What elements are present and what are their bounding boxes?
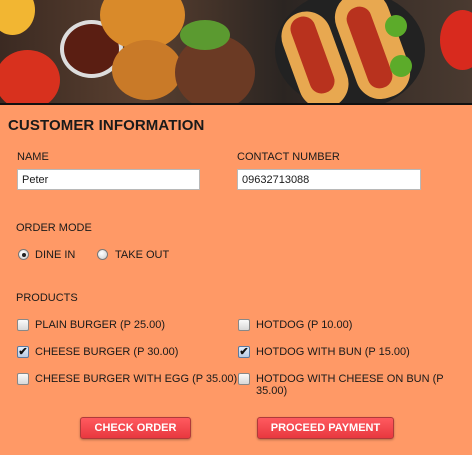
radio-button[interactable]: [97, 249, 108, 260]
checkbox[interactable]: ✔: [238, 346, 250, 358]
checkbox-label: HOTDOG WITH BUN (P 15.00): [256, 346, 410, 358]
food-banner-image: [0, 0, 472, 105]
name-label: NAME: [17, 151, 49, 163]
check-icon: ✔: [239, 346, 249, 358]
checkbox-label: CHEESE BURGER WITH EGG (P 35.00): [35, 373, 238, 385]
checkbox-label: HOTDOG WITH CHEESE ON BUN (P 35.00): [256, 373, 444, 397]
checkbox[interactable]: [17, 373, 29, 385]
order-mode-label: ORDER MODE: [16, 222, 92, 234]
contact-number-label: CONTACT NUMBER: [237, 151, 340, 163]
radio-label: DINE IN: [35, 249, 76, 261]
page-title: CUSTOMER INFORMATION: [8, 117, 205, 134]
checkbox[interactable]: [17, 319, 29, 331]
check-icon: ✔: [18, 346, 28, 358]
radio-label: TAKE OUT: [115, 249, 170, 261]
checkbox-label: PLAIN BURGER (P 25.00): [35, 319, 166, 331]
proceed-payment-button[interactable]: PROCEED PAYMENT: [257, 417, 394, 439]
name-input[interactable]: Peter: [17, 169, 200, 190]
checkbox-label: CHEESE BURGER (P 30.00): [35, 346, 179, 358]
checkbox[interactable]: ✔: [17, 346, 29, 358]
contact-number-input[interactable]: 09632713088: [237, 169, 421, 190]
checkbox-label: HOTDOG (P 10.00): [256, 319, 353, 331]
checkbox[interactable]: [238, 373, 250, 385]
radio-button[interactable]: [18, 249, 29, 260]
checkbox[interactable]: [238, 319, 250, 331]
products-label: PRODUCTS: [16, 292, 78, 304]
check-order-button[interactable]: CHECK ORDER: [80, 417, 191, 439]
